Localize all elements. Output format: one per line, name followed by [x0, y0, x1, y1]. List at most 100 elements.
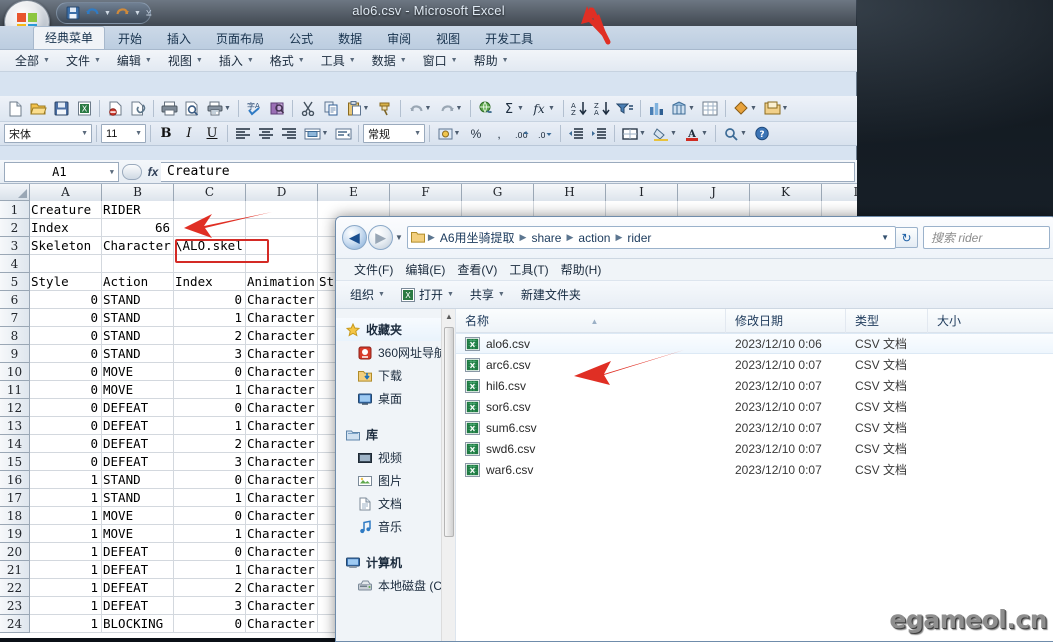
cut-icon[interactable] — [297, 98, 319, 119]
chevron-down-icon[interactable]: ▼ — [425, 105, 432, 112]
file-name-cell[interactable]: Xsum6.csv — [456, 420, 726, 435]
cell-A9[interactable]: 0 — [30, 345, 102, 363]
navpane-item-2[interactable]: 下载 — [336, 364, 455, 387]
menu-window[interactable]: 窗口 ▼ — [416, 50, 465, 71]
cell-C24[interactable]: 0 — [174, 615, 246, 633]
cell-D24[interactable]: Character — [246, 615, 318, 633]
row-header-2[interactable]: 2 — [0, 219, 30, 237]
row-header-1[interactable]: 1 — [0, 201, 30, 219]
explorer-menu-file[interactable]: 文件(F) — [354, 261, 393, 278]
tab-data[interactable]: 数据 — [326, 27, 374, 49]
cell-B10[interactable]: MOVE — [102, 363, 174, 381]
navpane-item-12[interactable]: 本地磁盘 (C:) — [336, 574, 455, 597]
column-header-K[interactable]: K — [750, 184, 822, 201]
file-name-cell[interactable]: Xhil6.csv — [456, 378, 726, 393]
cell-D12[interactable]: Character — [246, 399, 318, 417]
cell-D4[interactable] — [246, 255, 318, 273]
increase-indent-icon[interactable] — [588, 123, 610, 144]
cell-A10[interactable]: 0 — [30, 363, 102, 381]
cell-A5[interactable]: Style — [30, 273, 102, 291]
menu-view[interactable]: 视图 ▼ — [161, 50, 210, 71]
cell-B7[interactable]: STAND — [102, 309, 174, 327]
chevron-down-icon[interactable]: ▼ — [688, 105, 695, 112]
cell-A19[interactable]: 1 — [30, 525, 102, 543]
chevron-down-icon[interactable]: ▼ — [110, 168, 114, 176]
table-icon[interactable] — [699, 98, 721, 119]
percent-style-icon[interactable]: % — [465, 123, 487, 144]
cell-A20[interactable]: 1 — [30, 543, 102, 561]
sort-asc-icon[interactable]: AZ — [568, 98, 590, 119]
italic-button[interactable]: I — [178, 123, 200, 144]
column-header-F[interactable]: F — [390, 184, 462, 201]
folder-icon[interactable]: ▼ — [761, 98, 791, 119]
address-bar[interactable]: ▶ A6用坐骑提取 ▶ share ▶ action ▶ rider ▼ — [406, 226, 896, 249]
row-header-9[interactable]: 9 — [0, 345, 30, 363]
navpane-scrollbar[interactable]: ▲ ▼ — [441, 309, 455, 641]
column-header-B[interactable]: B — [102, 184, 174, 201]
function-icon[interactable]: fx ▼ — [529, 98, 559, 119]
cell-C18[interactable]: 0 — [174, 507, 246, 525]
cell-C16[interactable]: 0 — [174, 471, 246, 489]
cell-C20[interactable]: 0 — [174, 543, 246, 561]
chevron-down-icon[interactable]: ▼ — [701, 130, 708, 137]
scroll-up-icon[interactable]: ▲ — [443, 309, 455, 323]
cell-A23[interactable]: 1 — [30, 597, 102, 615]
chevron-down-icon[interactable]: ▼ — [670, 130, 677, 137]
cell-C21[interactable]: 1 — [174, 561, 246, 579]
cell-B14[interactable]: DEFEAT — [102, 435, 174, 453]
cell-A15[interactable]: 0 — [30, 453, 102, 471]
align-center-icon[interactable] — [255, 123, 277, 144]
cell-A22[interactable]: 1 — [30, 579, 102, 597]
row-header-23[interactable]: 23 — [0, 597, 30, 615]
cell-A18[interactable]: 1 — [30, 507, 102, 525]
quick-access-toolbar[interactable]: ▼ ▼ — [56, 2, 151, 24]
navpane-item-5[interactable]: 库 — [336, 423, 455, 446]
forward-arrow-icon[interactable]: ▶ — [368, 225, 393, 250]
row-header-20[interactable]: 20 — [0, 543, 30, 561]
file-row[interactable]: Xswd6.csv 2023/12/10 0:07 CSV 文档 — [456, 438, 1053, 459]
row-header-15[interactable]: 15 — [0, 453, 30, 471]
column-header-name[interactable]: 名称 ▲ — [456, 308, 726, 333]
cell-C2[interactable] — [174, 219, 246, 237]
chevron-down-icon[interactable]: ▼ — [881, 233, 892, 242]
undo-dropdown-caret[interactable]: ▼ — [104, 10, 111, 17]
cell-D13[interactable]: Character — [246, 417, 318, 435]
menu-file[interactable]: 文件 ▼ — [59, 50, 108, 71]
file-name-cell[interactable]: Xalo6.csv — [456, 336, 726, 351]
permission-icon[interactable] — [104, 98, 126, 119]
cell-B22[interactable]: DEFEAT — [102, 579, 174, 597]
navpane-item-3[interactable]: 桌面 — [336, 387, 455, 410]
align-left-icon[interactable] — [232, 123, 254, 144]
navpane-item-0[interactable]: 收藏夹 — [336, 318, 455, 341]
organize-button[interactable]: 组织 ▼ — [350, 286, 385, 303]
undo-icon[interactable]: ▼ — [405, 98, 435, 119]
chevron-down-icon[interactable]: ▼ — [414, 130, 421, 137]
cell-D22[interactable]: Character — [246, 579, 318, 597]
chevron-down-icon[interactable]: ▼ — [81, 130, 88, 137]
number-format-combo[interactable]: 常规 ▼ — [363, 124, 425, 143]
cell-B20[interactable]: DEFEAT — [102, 543, 174, 561]
cell-C7[interactable]: 1 — [174, 309, 246, 327]
refresh-icon[interactable]: ↻ — [896, 227, 918, 248]
chevron-down-icon[interactable]: ▼ — [322, 130, 329, 137]
cell-A2[interactable]: Index — [30, 219, 102, 237]
cell-A1[interactable]: Creature — [30, 201, 102, 219]
cell-C5[interactable]: Index — [174, 273, 246, 291]
cell-C17[interactable]: 1 — [174, 489, 246, 507]
cell-B16[interactable]: STAND — [102, 471, 174, 489]
menu-help[interactable]: 帮助 ▼ — [467, 50, 516, 71]
export-excel-icon[interactable]: X — [73, 98, 95, 119]
cell-C8[interactable]: 2 — [174, 327, 246, 345]
cell-B5[interactable]: Action — [102, 273, 174, 291]
column-header-D[interactable]: D — [246, 184, 318, 201]
chevron-down-icon[interactable]: ▼ — [363, 105, 370, 112]
cell-B9[interactable]: STAND — [102, 345, 174, 363]
row-header-21[interactable]: 21 — [0, 561, 30, 579]
file-row[interactable]: Xsor6.csv 2023/12/10 0:07 CSV 文档 — [456, 396, 1053, 417]
navpane-item-6[interactable]: 视频 — [336, 446, 455, 469]
undo-icon[interactable] — [84, 5, 101, 22]
row-header-8[interactable]: 8 — [0, 327, 30, 345]
cell-C14[interactable]: 2 — [174, 435, 246, 453]
cell-C4[interactable] — [174, 255, 246, 273]
file-name-cell[interactable]: Xswd6.csv — [456, 441, 726, 456]
